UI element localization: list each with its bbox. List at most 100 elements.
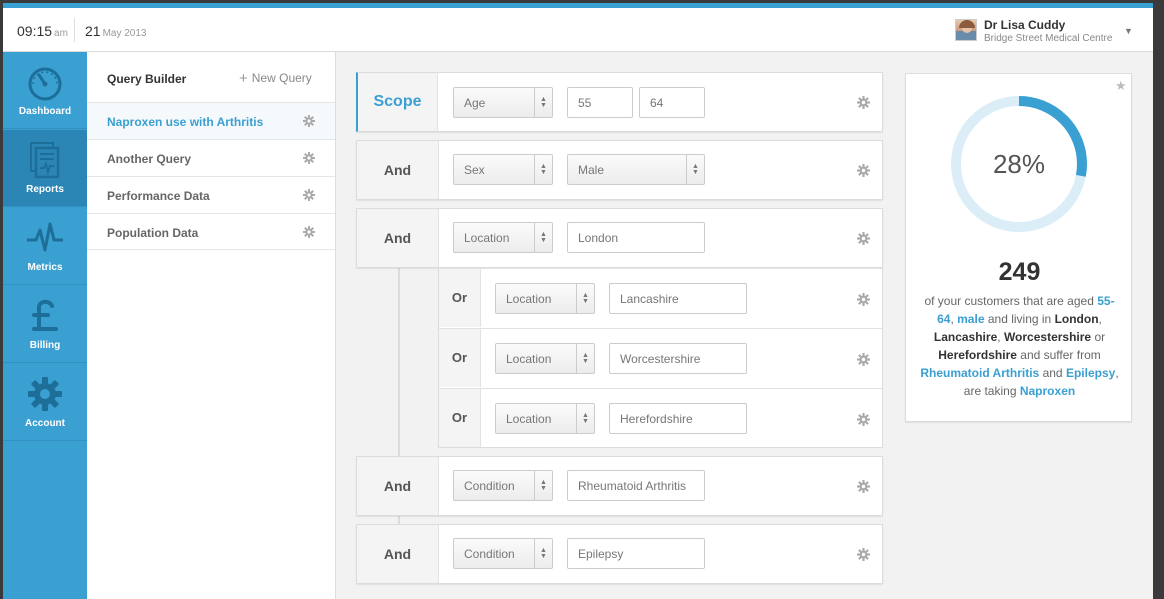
- date: 21 May 2013: [85, 23, 147, 39]
- gear-icon[interactable]: [857, 413, 870, 426]
- desc-text: and suffer from: [1020, 348, 1101, 362]
- new-query-button[interactable]: + New Query: [239, 70, 312, 87]
- desc-location: London: [1054, 312, 1099, 326]
- field-select[interactable]: Sex ▲ ▼: [453, 154, 553, 185]
- query-item[interactable]: Performance Data: [87, 176, 335, 213]
- query-row: And Condition ▲ ▼: [356, 524, 883, 584]
- desc-text: or: [1094, 330, 1106, 344]
- query-item-label: Another Query: [107, 152, 192, 166]
- header-divider: [74, 18, 75, 42]
- age-min-input[interactable]: [567, 87, 633, 118]
- field-select-value: Location: [506, 352, 552, 366]
- user-menu[interactable]: Dr Lisa Cuddy Bridge Street Medical Cent…: [955, 16, 1135, 44]
- gear-icon[interactable]: [857, 548, 870, 561]
- query-item-label: Population Data: [107, 226, 199, 240]
- select-arrows-icon: ▲ ▼: [534, 223, 552, 252]
- row-connector-label: And: [357, 141, 439, 199]
- value-input[interactable]: [609, 283, 747, 314]
- query-item[interactable]: Population Data: [87, 213, 335, 250]
- pound-icon: [32, 299, 58, 331]
- gear-icon[interactable]: [857, 353, 870, 366]
- avatar[interactable]: [955, 19, 977, 41]
- gear-icon[interactable]: [857, 293, 870, 306]
- plus-icon: +: [239, 70, 248, 87]
- gear-icon[interactable]: [857, 164, 870, 177]
- sidebar-item-metrics[interactable]: Metrics: [3, 208, 87, 285]
- star-icon[interactable]: ★: [1115, 78, 1127, 94]
- select-arrows-icon: ▲ ▼: [576, 344, 594, 373]
- field-select[interactable]: Location ▲ ▼: [453, 222, 553, 253]
- reports-icon: [30, 142, 60, 179]
- gear-icon[interactable]: [303, 189, 315, 201]
- app-frame: 09:15 am 21 May 2013 Dr Lisa Cuddy Bridge …: [3, 3, 1153, 599]
- desc-text: and: [1042, 366, 1063, 380]
- value-input[interactable]: [567, 222, 705, 253]
- sidebar-item-label: Reports: [26, 184, 64, 195]
- result-count: 249: [998, 258, 1041, 286]
- field-select-value: Age: [464, 96, 486, 110]
- value-select[interactable]: Male ▲ ▼: [567, 154, 705, 185]
- row-connector-label: Or: [439, 269, 481, 327]
- value-input[interactable]: [567, 538, 705, 569]
- query-item[interactable]: Another Query: [87, 139, 335, 176]
- sidebar-item-reports[interactable]: Reports: [3, 130, 87, 207]
- user-menu-caret-icon[interactable]: ▼: [1124, 26, 1133, 36]
- user-name: Dr Lisa Cuddy: [984, 18, 1066, 32]
- age-max-input[interactable]: [639, 87, 705, 118]
- sidebar: Dashboard Reports Metrics Billing Accoun…: [3, 52, 87, 599]
- query-row: And Location ▲ ▼: [356, 208, 883, 268]
- desc-location: Worcestershire: [1003, 330, 1092, 344]
- sidebar-item-dashboard[interactable]: Dashboard: [3, 52, 87, 129]
- field-select[interactable]: Age ▲ ▼: [453, 87, 553, 118]
- query-item[interactable]: Naproxen use with Arthritis: [87, 102, 335, 139]
- gear-icon[interactable]: [857, 96, 870, 109]
- window-edge: [1153, 0, 1164, 599]
- desc-text: ,: [1098, 312, 1102, 326]
- select-arrows-icon: ▲ ▼: [686, 155, 704, 184]
- query-item-label: Performance Data: [107, 189, 210, 203]
- row-connector-label: And: [357, 457, 439, 515]
- field-select-value: Condition: [464, 479, 515, 493]
- gear-icon[interactable]: [303, 152, 315, 164]
- user-org: Bridge Street Medical Centre: [984, 33, 1113, 44]
- field-select[interactable]: Condition ▲ ▼: [453, 538, 553, 569]
- sidebar-item-label: Billing: [29, 340, 61, 351]
- select-arrows-icon: ▲ ▼: [534, 155, 552, 184]
- query-row: And Condition ▲ ▼: [356, 456, 883, 516]
- field-select[interactable]: Condition ▲ ▼: [453, 470, 553, 501]
- row-connector-label: Scope: [358, 73, 438, 131]
- gear-icon[interactable]: [857, 480, 870, 493]
- desc-condition: Epilepsy: [1065, 366, 1116, 380]
- sidebar-item-label: Dashboard: [18, 106, 72, 117]
- query-row-scope: Scope Age ▲ ▼: [356, 72, 883, 132]
- value-input[interactable]: [609, 403, 747, 434]
- field-select-value: Location: [506, 292, 552, 306]
- query-row: And Sex ▲ ▼ Male ▲ ▼: [356, 140, 883, 200]
- desc-text: ,: [997, 330, 1001, 344]
- gear-icon[interactable]: [303, 115, 315, 127]
- clock-ampm: am: [54, 28, 68, 39]
- select-arrows-icon: ▲ ▼: [534, 471, 552, 500]
- desc-sex: male: [957, 312, 985, 326]
- desc-text: and living in: [987, 312, 1052, 326]
- select-arrows-icon: ▲ ▼: [534, 88, 552, 117]
- date-day: 21: [85, 23, 101, 39]
- query-item-label: Naproxen use with Arthritis: [107, 115, 264, 129]
- field-select-value: Location: [506, 412, 552, 426]
- desc-location: Herefordshire: [938, 348, 1017, 362]
- sidebar-item-label: Account: [25, 418, 65, 429]
- sidebar-item-label: Metrics: [27, 262, 63, 273]
- gear-icon[interactable]: [857, 232, 870, 245]
- field-select-value: Sex: [464, 163, 485, 177]
- field-select[interactable]: Location ▲ ▼: [495, 403, 595, 434]
- sidebar-item-account[interactable]: Account: [3, 364, 87, 441]
- field-select[interactable]: Location ▲ ▼: [495, 283, 595, 314]
- value-input[interactable]: [609, 343, 747, 374]
- field-select-value: Location: [464, 231, 510, 245]
- field-select[interactable]: Location ▲ ▼: [495, 343, 595, 374]
- desc-text: ,: [950, 312, 954, 326]
- value-input[interactable]: [567, 470, 705, 501]
- sidebar-item-billing[interactable]: Billing: [3, 286, 87, 363]
- gear-icon[interactable]: [303, 226, 315, 238]
- select-arrows-icon: ▲ ▼: [534, 539, 552, 568]
